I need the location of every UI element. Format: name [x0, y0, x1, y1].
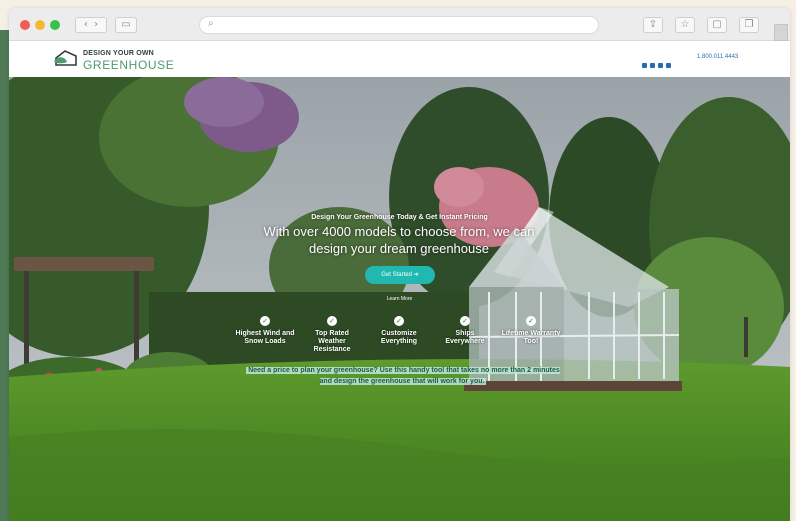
share-icon: ⇪: [648, 19, 658, 30]
check-icon: ✓: [526, 316, 536, 326]
feature-label: Ships Everywhere: [445, 330, 485, 345]
check-icon: ✓: [260, 316, 270, 326]
feature-label: Customize Everything: [380, 330, 418, 345]
background-strip: [0, 30, 9, 521]
rss-icon[interactable]: [642, 63, 647, 68]
browser-toolbar: ‹ › ▭ ⌕ ⇪ ☆ ▢ ❐: [9, 8, 790, 41]
search-icon: ⌕: [208, 18, 214, 29]
greenhouse-logo-icon[interactable]: [53, 48, 79, 68]
hero-subtitle: Design Your Greenhouse Today & Get Insta…: [311, 214, 488, 221]
browser-window: ‹ › ▭ ⌕ ⇪ ☆ ▢ ❐ DESIGN YOUR OWN GREENHOU…: [9, 8, 790, 521]
check-icon: ✓: [394, 316, 404, 326]
youtube-icon[interactable]: [666, 63, 671, 68]
hero-title: With over 4000 models to choose from, we…: [263, 224, 535, 256]
hero-description-text: Need a price to plan your greenhouse? Us…: [246, 367, 560, 385]
bookmark-button[interactable]: ☆: [675, 17, 695, 33]
instagram-icon[interactable]: [658, 63, 663, 68]
check-icon: ✓: [327, 316, 337, 326]
feature-label: Lifetime Warranty Too!: [501, 330, 561, 345]
close-window-button[interactable]: [20, 20, 30, 30]
chevron-left-icon[interactable]: ‹: [84, 19, 88, 30]
feature-item: ✓ Top Rated Weather Resistance: [302, 316, 362, 354]
get-started-button[interactable]: Get Started ➜: [365, 266, 435, 284]
feature-item: ✓ Highest Wind and Snow Loads: [235, 316, 295, 346]
hero-description: Need a price to plan your greenhouse? Us…: [245, 365, 561, 387]
sidebar-toggle-button[interactable]: ▭: [115, 17, 137, 33]
check-icon: ✓: [460, 316, 470, 326]
feature-label: Highest Wind and Snow Loads: [235, 330, 295, 345]
hero-section: Design Your Greenhouse Today & Get Insta…: [9, 77, 790, 521]
back-forward-group: ‹ ›: [75, 17, 107, 33]
share-button[interactable]: ⇪: [643, 17, 663, 33]
learn-more-link[interactable]: Learn More: [9, 296, 790, 302]
logo-text-top[interactable]: DESIGN YOUR OWN: [83, 50, 154, 57]
minimize-window-button[interactable]: [35, 20, 45, 30]
logo-text-bottom[interactable]: GREENHOUSE: [83, 58, 174, 72]
extensions-button[interactable]: ▢: [707, 17, 727, 33]
feature-item: ✓ Customize Everything: [369, 316, 429, 346]
social-links: [642, 55, 674, 73]
sidebar-icon: ▭: [121, 19, 131, 30]
extensions-icon: ▢: [712, 19, 722, 30]
star-icon: ☆: [680, 19, 690, 30]
feature-label: Top Rated Weather Resistance: [313, 330, 351, 353]
feature-item: ✓ Ships Everywhere: [435, 316, 495, 346]
scrollbar-thumb[interactable]: [774, 24, 788, 41]
chevron-right-icon[interactable]: ›: [94, 19, 98, 30]
maximize-window-button[interactable]: [50, 20, 60, 30]
address-bar[interactable]: ⌕: [199, 16, 599, 34]
phone-link[interactable]: 1.800.011.4443: [697, 54, 738, 60]
site-header: DESIGN YOUR OWN GREENHOUSE 1.800.011.444…: [9, 41, 790, 77]
tabs-button[interactable]: ❐: [739, 17, 759, 33]
feature-item: ✓ Lifetime Warranty Too!: [501, 316, 561, 346]
tabs-icon: ❐: [744, 19, 754, 30]
facebook-icon[interactable]: [650, 63, 655, 68]
